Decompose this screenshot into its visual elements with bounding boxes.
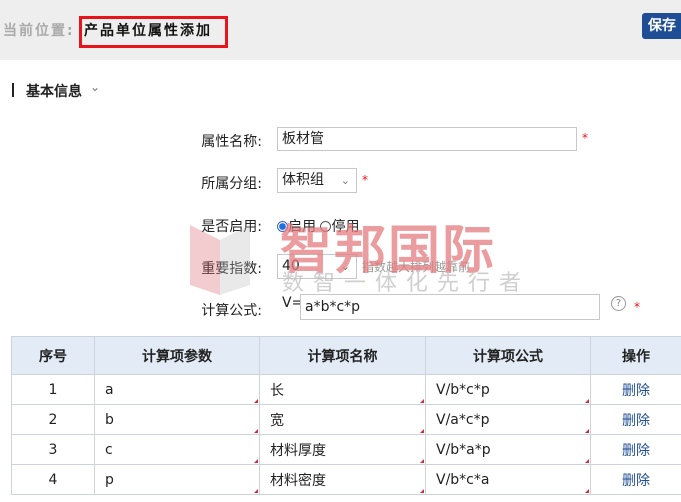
group-label: 所属分组: xyxy=(201,176,262,192)
name-input[interactable]: 板材管 xyxy=(277,127,577,151)
table-row: 1 a 长 V/b*c*p 删除 xyxy=(11,374,681,405)
radio-enabled[interactable]: 启用 xyxy=(277,219,316,235)
cell-param[interactable]: b xyxy=(94,404,260,435)
table-row: 4 p 材料密度 V/b*c*a 删除 xyxy=(11,464,681,495)
cell-edit-marker-icon xyxy=(254,459,258,463)
cell-name-text: 材料密度 xyxy=(270,472,326,489)
cell-no-text: 2 xyxy=(48,411,58,428)
col-header-param: 计算项参数 xyxy=(94,336,260,375)
cell-param-text: c xyxy=(105,441,113,458)
group-value: 体积组 xyxy=(282,172,324,188)
cell-edit-marker-icon xyxy=(585,429,589,433)
cell-no-text: 1 xyxy=(48,381,58,398)
cell-formula-text: V/b*a*p xyxy=(436,441,491,458)
importance-hint: 指数越大排列越靠前 xyxy=(362,260,471,274)
cell-edit-marker-icon xyxy=(585,399,589,403)
delete-link[interactable]: 删除 xyxy=(590,374,681,405)
cell-formula[interactable]: V/a*c*p xyxy=(425,404,591,435)
section-marker xyxy=(12,83,14,97)
cell-param-text: p xyxy=(105,471,114,488)
cell-edit-marker-icon xyxy=(585,459,589,463)
chevron-down-icon[interactable]: ⌄ xyxy=(90,80,100,94)
cell-param[interactable]: c xyxy=(94,434,260,465)
col-header-formula: 计算项公式 xyxy=(425,336,591,375)
cell-name-text: 宽 xyxy=(270,412,284,429)
group-select[interactable]: 体积组 ⌄ xyxy=(277,168,357,193)
cell-no-text: 3 xyxy=(48,441,58,458)
table-header-row: 序号 计算项参数 计算项名称 计算项公式 操作 xyxy=(11,336,681,375)
cell-name[interactable]: 宽 xyxy=(259,404,426,435)
cell-edit-marker-icon xyxy=(420,429,424,433)
cell-edit-marker-icon xyxy=(420,489,424,493)
cell-no: 3 xyxy=(11,434,95,465)
formula-input[interactable]: a*b*c*p xyxy=(300,294,600,320)
save-button[interactable]: 保存 xyxy=(642,13,681,39)
delete-link-text[interactable]: 删除 xyxy=(622,383,650,399)
cell-name-text: 长 xyxy=(270,382,284,399)
cell-formula[interactable]: V/b*c*p xyxy=(425,374,591,405)
name-value: 板材管 xyxy=(282,131,324,147)
radio-checked-icon[interactable] xyxy=(277,221,288,232)
calc-items-table: 序号 计算项参数 计算项名称 计算项公式 操作 1 a 长 V/b*c*p 删除 2 b 宽 V… xyxy=(11,336,681,495)
table-row: 3 c 材料厚度 V/b*a*p 删除 xyxy=(11,434,681,465)
table-row: 2 b 宽 V/a*c*p 删除 xyxy=(11,404,681,435)
cell-param[interactable]: p xyxy=(94,464,260,495)
radio-disabled[interactable]: 停用 xyxy=(320,219,359,235)
cell-name[interactable]: 长 xyxy=(259,374,426,405)
col-header-no: 序号 xyxy=(11,336,95,375)
delete-link[interactable]: 删除 xyxy=(590,404,681,435)
chevron-down-icon: ⌄ xyxy=(340,174,350,187)
delete-link[interactable]: 删除 xyxy=(590,464,681,495)
cell-formula-text: V/a*c*p xyxy=(436,411,490,428)
importance-value: 40 xyxy=(282,258,300,274)
name-label: 属性名称: xyxy=(201,134,262,150)
cell-edit-marker-icon xyxy=(254,399,258,403)
enabled-label: 是否启用: xyxy=(201,219,262,235)
formula-label: 计算公式: xyxy=(201,303,262,319)
cell-no-text: 4 xyxy=(48,471,58,488)
cell-edit-marker-icon xyxy=(585,489,589,493)
cell-edit-marker-icon xyxy=(254,489,258,493)
breadcrumb-label: 当前位置: xyxy=(3,23,75,39)
chevron-down-icon: ⌄ xyxy=(340,260,350,273)
formula-value: a*b*c*p xyxy=(305,299,361,315)
importance-label: 重要指数: xyxy=(201,261,262,277)
cell-no: 1 xyxy=(11,374,95,405)
cell-edit-marker-icon xyxy=(420,399,424,403)
cell-edit-marker-icon xyxy=(254,429,258,433)
cell-name[interactable]: 材料厚度 xyxy=(259,434,426,465)
cell-edit-marker-icon xyxy=(420,459,424,463)
radio-unchecked-icon[interactable] xyxy=(320,221,332,232)
cell-no: 4 xyxy=(11,464,95,495)
help-icon[interactable]: ? xyxy=(611,296,626,311)
required-mark: * xyxy=(634,300,640,314)
cell-no: 2 xyxy=(11,404,95,435)
col-header-action: 操作 xyxy=(590,336,681,375)
cell-param-text: a xyxy=(105,381,114,398)
cell-formula[interactable]: V/b*c*a xyxy=(425,464,591,495)
cell-name-text: 材料厚度 xyxy=(270,442,326,459)
delete-link-text[interactable]: 删除 xyxy=(622,473,650,489)
section-title[interactable]: 基本信息 xyxy=(26,81,82,101)
cell-param-text: b xyxy=(105,411,114,428)
cell-formula[interactable]: V/b*a*p xyxy=(425,434,591,465)
cell-param[interactable]: a xyxy=(94,374,260,405)
required-mark: * xyxy=(582,131,588,145)
delete-link-text[interactable]: 删除 xyxy=(622,413,650,429)
page-title: 产品单位属性添加 xyxy=(84,23,212,39)
cell-formula-text: V/b*c*a xyxy=(436,471,490,488)
delete-link[interactable]: 删除 xyxy=(590,434,681,465)
col-header-name: 计算项名称 xyxy=(259,336,426,375)
importance-select[interactable]: 40 ⌄ xyxy=(277,254,357,279)
cell-formula-text: V/b*c*p xyxy=(436,381,490,398)
enabled-radio-group: 启用 停用 xyxy=(277,216,359,236)
required-mark: * xyxy=(362,173,368,187)
cell-name[interactable]: 材料密度 xyxy=(259,464,426,495)
delete-link-text[interactable]: 删除 xyxy=(622,443,650,459)
